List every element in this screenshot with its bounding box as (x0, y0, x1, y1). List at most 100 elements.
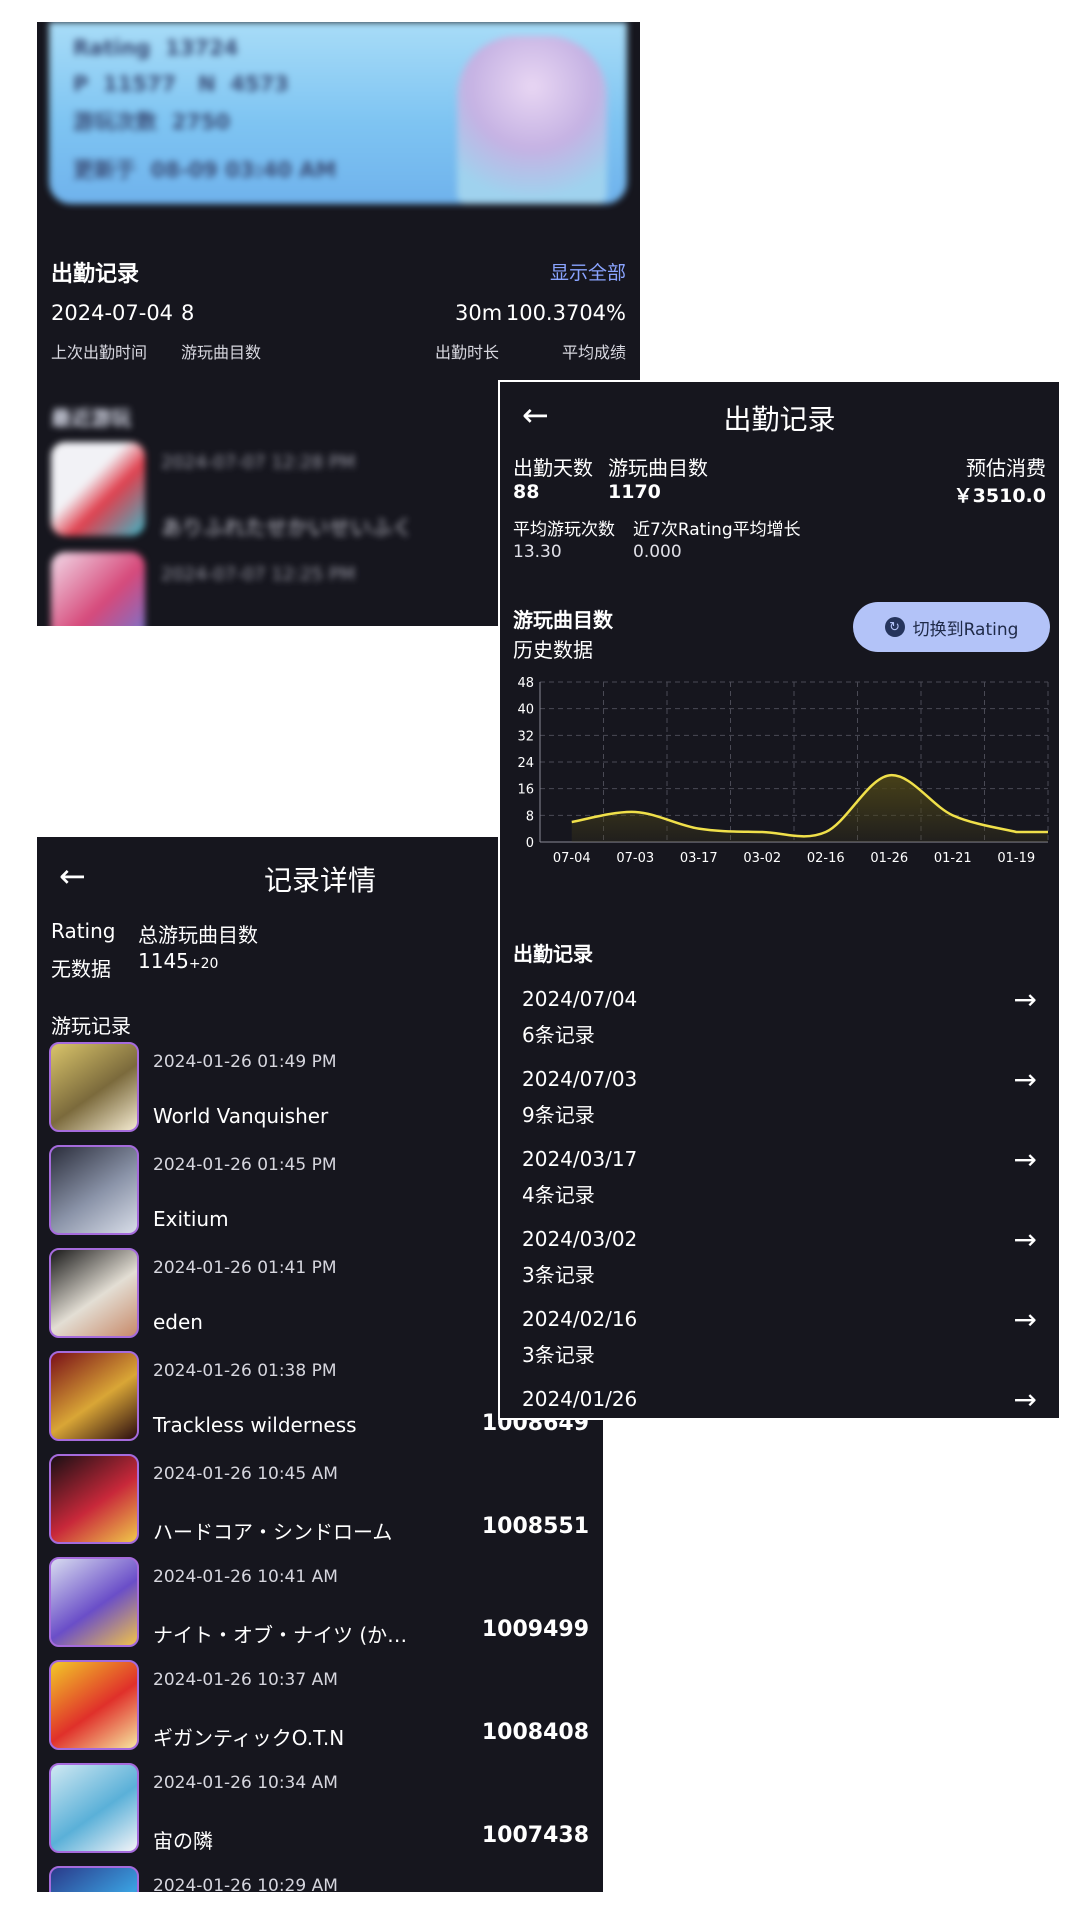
play-record-row[interactable]: 2024-01-26 10:34 AM 宙の隣 1007438 (49, 1763, 589, 1858)
profile-updated: 更新于 08-09 03:40 AM (73, 154, 336, 184)
play-record-row[interactable]: 2024-01-26 10:41 AM ナイト・オブ・ナイツ (か… 1009499 (49, 1557, 589, 1652)
song-name: eden (153, 1310, 203, 1334)
recent-time: 2024-07-07 12:25 PM (161, 564, 356, 585)
song-name: 宙の隣 (153, 1829, 213, 1853)
rating-growth-value: 0.000 (633, 542, 682, 562)
recent-thumb[interactable] (51, 442, 145, 536)
song-cover (49, 1454, 139, 1544)
switch-to-rating-button[interactable]: ↻ 切换到Rating (853, 602, 1050, 652)
y-tick-label: 48 (517, 676, 534, 691)
y-tick-label: 40 (517, 703, 534, 718)
play-record-row[interactable]: 2024-01-26 10:45 AM ハードコア・シンドローム 1008551 (49, 1454, 589, 1549)
attendance-count: 6条记录 (522, 1023, 595, 1047)
song-name: ギガンティックO.T.N (153, 1726, 345, 1750)
song-name: World Vanquisher (153, 1104, 329, 1128)
chart-subtitle: 历史数据 (513, 638, 593, 662)
song-cover (49, 1351, 139, 1441)
song-cover (49, 1145, 139, 1235)
song-score: 1009499 (481, 1617, 589, 1642)
arrow-right-icon[interactable]: → (1014, 1223, 1037, 1256)
updated-value: 08-09 03:40 AM (150, 158, 337, 182)
plays-label: 游玩次数 (73, 110, 157, 134)
attendance-section-title: 出勤记录 (51, 262, 140, 287)
back-arrow-icon[interactable]: ← (522, 396, 549, 434)
total-songs-value: 1145+20 (138, 949, 218, 973)
arrow-right-icon[interactable]: → (1014, 1143, 1037, 1176)
play-record-row[interactable]: 2024-01-26 10:29 AM (49, 1866, 589, 1892)
duration-label: 出勤时长 (435, 343, 500, 362)
play-history-title: 游玩记录 (51, 1014, 131, 1038)
x-tick-label: 07-03 (616, 851, 654, 862)
attendance-duration-value: 30m (455, 301, 503, 325)
recent-thumb[interactable] (51, 552, 145, 626)
songs-history-chart: 0 8 16 24 32 40 48 07-04 07-03 03-17 03-02 02-16 01-… (517, 676, 1049, 862)
x-tick-label: 01-21 (934, 851, 972, 862)
attendance-record-row[interactable]: 2024/03/17 4条记录 → (500, 1143, 1059, 1221)
songs-played-label: 游玩曲目数 (181, 343, 262, 362)
arrow-right-icon[interactable]: → (1014, 1303, 1037, 1336)
total-songs-label: 总游玩曲目数 (138, 923, 258, 947)
chart-title: 游玩曲目数 (513, 608, 613, 632)
y-tick-label: 32 (517, 729, 534, 744)
plays-value: 2750 (171, 110, 231, 134)
attendance-record-row[interactable]: 2024/07/03 9条记录 → (500, 1063, 1059, 1141)
show-all-link[interactable]: 显示全部 (550, 258, 626, 285)
total-songs-extra: +20 (188, 956, 219, 972)
estimated-cost-label: 预估消费 (966, 456, 1046, 480)
attendance-days-value: 88 (513, 481, 540, 503)
attendance-record-row[interactable]: 2024/07/04 6条记录 → (500, 983, 1059, 1061)
song-name: Trackless wilderness (153, 1413, 357, 1437)
play-record-row[interactable]: 2024-01-26 10:37 AM ギガンティックO.T.N 1008408 (49, 1660, 589, 1755)
y-tick-label: 24 (517, 756, 534, 771)
x-tick-label: 03-02 (743, 851, 781, 862)
switch-button-label: 切换到Rating (912, 619, 1019, 640)
record-time: 2024-01-26 01:45 PM (153, 1155, 337, 1175)
record-time: 2024-01-26 10:37 AM (153, 1670, 338, 1690)
attendance-days-label: 出勤天数 (513, 456, 593, 480)
recent-plays-title: 最近游玩 (51, 406, 131, 430)
average-score-label: 平均成绩 (561, 343, 626, 362)
profile-pn: P 11577 N 4573 (73, 72, 289, 96)
record-time: 2024-01-26 01:49 PM (153, 1052, 337, 1072)
song-cover (49, 1042, 139, 1132)
n-label: N (198, 72, 216, 96)
songs-played-value: 8 (181, 301, 195, 325)
arrow-right-icon[interactable]: → (1014, 983, 1037, 1016)
y-tick-label: 8 (526, 809, 534, 824)
attendance-date: 2024/03/02 (522, 1227, 638, 1251)
attendance-record-row[interactable]: 2024/03/02 3条记录 → (500, 1223, 1059, 1301)
song-cover (49, 1660, 139, 1750)
record-time: 2024-01-26 10:34 AM (153, 1773, 338, 1793)
song-cover (49, 1248, 139, 1338)
attendance-count: 3条记录 (522, 1343, 595, 1367)
rating-growth-label: 近7次Rating平均增长 (633, 520, 801, 540)
attendance-count: 9条记录 (522, 1103, 595, 1127)
arrow-right-icon[interactable]: → (1014, 1063, 1037, 1096)
attendance-date: 2024/07/04 (522, 987, 638, 1011)
x-tick-label: 01-19 (997, 851, 1035, 862)
avg-plays-label: 平均游玩次数 (513, 520, 615, 540)
song-name: ナイト・オブ・ナイツ (か… (153, 1623, 408, 1647)
record-time: 2024-01-26 01:38 PM (153, 1361, 337, 1381)
x-tick-label: 01-26 (870, 851, 908, 862)
song-name: Exitium (153, 1207, 229, 1231)
x-tick-label: 07-04 (553, 851, 591, 862)
total-songs-number: 1145 (138, 949, 189, 973)
recent-time: 2024-07-07 12:28 PM (161, 452, 356, 473)
arrow-right-icon[interactable]: → (1014, 1383, 1037, 1416)
attendance-record-row[interactable]: 2024/01/26 → (500, 1383, 1059, 1418)
attendance-count: 3条记录 (522, 1263, 595, 1287)
song-score: 1008408 (481, 1720, 589, 1745)
song-cover (49, 1557, 139, 1647)
song-cover (49, 1763, 139, 1853)
record-time: 2024-01-26 01:41 PM (153, 1258, 337, 1278)
rating-label: Rating (73, 36, 151, 60)
profile-card[interactable]: Rating 13724 P 11577 N 4573 游玩次数 2750 更新… (49, 22, 627, 204)
record-time: 2024-01-26 10:29 AM (153, 1876, 338, 1892)
attendance-record-row[interactable]: 2024/02/16 3条记录 → (500, 1303, 1059, 1381)
p-value: 11577 (103, 72, 177, 96)
p-label: P (73, 72, 89, 96)
back-arrow-icon[interactable]: ← (59, 857, 86, 895)
last-attendance-date: 2024-07-04 (51, 301, 174, 325)
rating-value: 无数据 (51, 957, 111, 981)
